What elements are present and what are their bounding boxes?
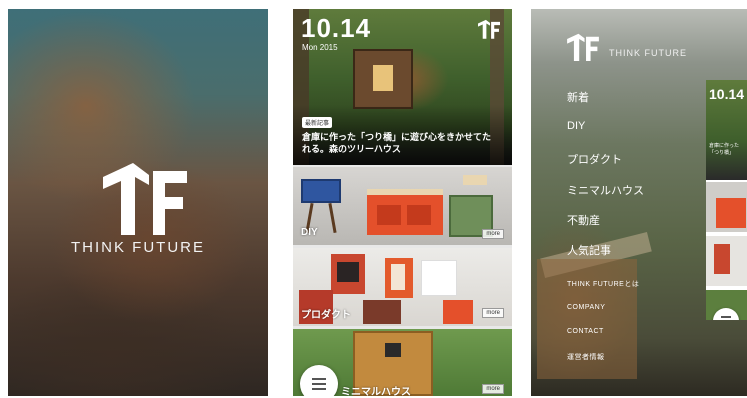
category-tile-diy[interactable]: DIY more [293, 167, 512, 245]
tf-logo-icon [478, 19, 500, 39]
menu-sub-company[interactable]: COMPANY [567, 304, 605, 311]
menu-item-new[interactable]: 新着 [567, 89, 589, 105]
more-link[interactable]: more [482, 384, 504, 394]
tf-logo-icon [103, 163, 187, 235]
article-tag: 最新記事 [302, 117, 333, 128]
preview-text: 倉庫に作った「つり橋」 [709, 143, 740, 156]
menu-button[interactable] [300, 365, 338, 396]
preview-product [714, 244, 730, 274]
hero-image-cabin [353, 49, 413, 109]
feed-screen: 10.14 Mon 2015 最新記事 倉庫に作った「つり橋」に遊び心をきかせて… [293, 9, 512, 396]
more-link[interactable]: more [482, 308, 504, 318]
menu-item-minimal-house[interactable]: ミニマルハウス [567, 182, 644, 198]
brand-wordmark: THINK FUTURE [71, 239, 205, 256]
hero-article[interactable]: 10.14 Mon 2015 最新記事 倉庫に作った「つり橋」に遊び心をきかせて… [293, 9, 512, 165]
menu-sub-about[interactable]: THINK FUTUREとは [567, 279, 639, 289]
preview-product [716, 198, 746, 228]
product-image [337, 262, 359, 282]
menu-sub-operator[interactable]: 運営者情報 [567, 352, 605, 362]
tile-label: ミニマルハウス [341, 387, 411, 396]
menu-item-real-estate[interactable]: 不動産 [567, 212, 600, 228]
cabin-window [373, 65, 393, 91]
splash-screen: THINK FUTURE [8, 9, 268, 396]
status-time: 10.14 [301, 13, 372, 43]
hamburger-icon [721, 316, 731, 320]
status-date: Mon 2015 [302, 43, 338, 52]
hamburger-icon [312, 378, 326, 390]
house-window [385, 343, 401, 357]
product-image [443, 300, 473, 324]
menu-item-diy[interactable]: DIY [567, 120, 585, 132]
menu-item-product[interactable]: プロダクト [567, 151, 622, 167]
preview-time: 10.14 [709, 86, 745, 102]
product-image [463, 175, 487, 185]
tile-label: DIY [301, 227, 318, 238]
product-image [363, 300, 401, 324]
more-link[interactable]: more [482, 229, 504, 239]
menu-item-popular[interactable]: 人気記事 [567, 242, 611, 258]
product-image [391, 264, 405, 290]
menu-sub-contact[interactable]: CONTACT [567, 328, 604, 335]
feed-preview-panel[interactable]: 10.14 倉庫に作った「つり橋」 [706, 80, 747, 320]
product-image [407, 205, 431, 225]
tf-logo-icon [567, 33, 599, 61]
menu-screen: THINK FUTURE 新着 DIY プロダクト ミニマルハウス 不動産 人気… [531, 9, 747, 396]
product-image [421, 260, 457, 296]
hero-title: 倉庫に作った「つり橋」に遊び心をきかせてた れる。森のツリーハウス [302, 132, 492, 154]
product-image [328, 202, 337, 234]
product-image [301, 179, 341, 203]
menu-brand: THINK FUTURE [609, 48, 687, 58]
category-tile-product[interactable]: プロダクト more [293, 248, 512, 326]
product-image [377, 205, 401, 225]
tile-label: プロダクト [301, 310, 351, 321]
